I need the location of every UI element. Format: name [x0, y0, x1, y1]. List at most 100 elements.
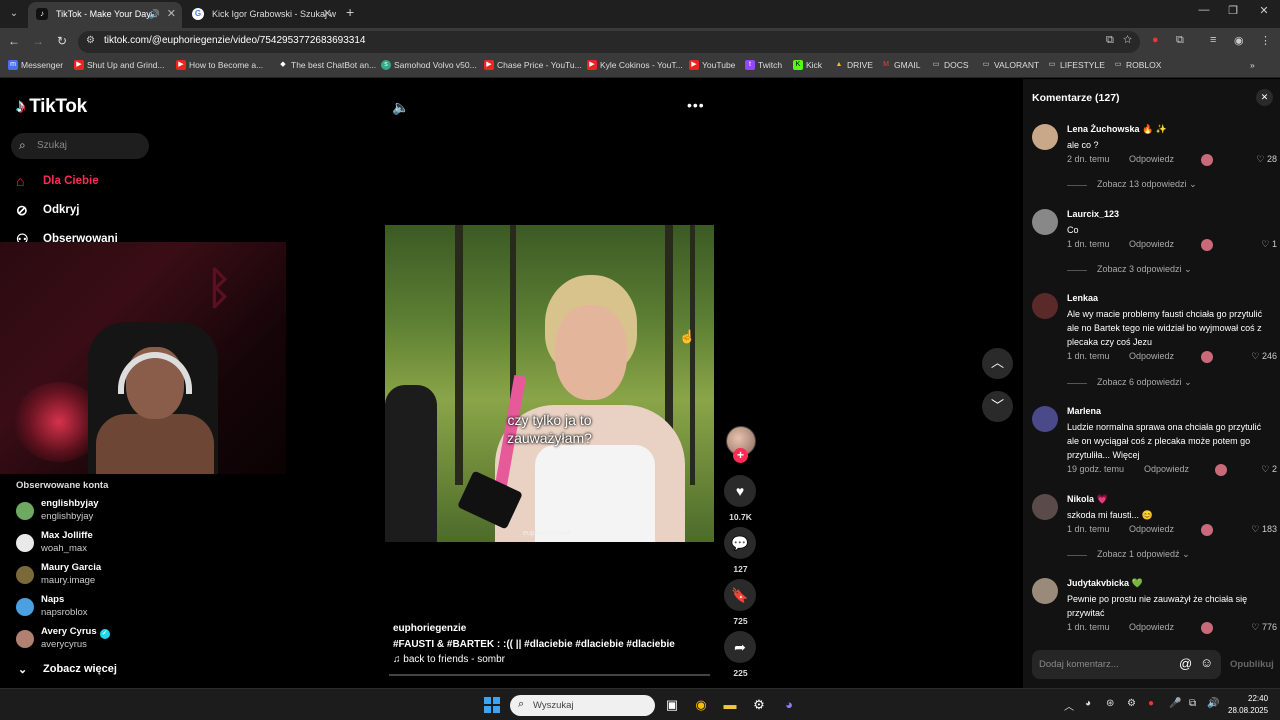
extension-icon[interactable]: ● [1152, 34, 1159, 46]
bookmark-item[interactable]: ▶ YouTube [689, 60, 735, 70]
bookmark-folder[interactable]: ▭ VALORANT [981, 60, 1040, 70]
post-comment-button[interactable]: Opublikuj [1230, 659, 1274, 670]
followed-account[interactable]: Maury Garcia maury.image [16, 562, 276, 590]
file-explorer-icon[interactable]: ▬ [721, 696, 739, 714]
steam-icon[interactable]: ⚙ [750, 696, 768, 714]
bookmark-star-icon[interactable]: ⧉ ☆ [1106, 34, 1132, 47]
window-close-icon[interactable]: ✕ [1254, 4, 1274, 17]
avatar[interactable] [1032, 494, 1058, 520]
video-author[interactable]: euphoriegenzie [393, 623, 466, 634]
nav-for-you[interactable]: ⌂ Dla Ciebie [16, 173, 99, 189]
bookmark-folder[interactable]: ▭ ROBLOX [1113, 60, 1162, 70]
system-clock[interactable]: 22:40 28.08.2025 [1228, 693, 1268, 717]
bookmark-item[interactable]: m Messenger [8, 60, 63, 70]
search-input[interactable]: ⌕ Szukaj [11, 133, 149, 159]
tray-app-icon[interactable]: ⊛ [1106, 698, 1114, 709]
tab-close-icon[interactable]: ✕ [323, 2, 332, 26]
save-button[interactable]: 🔖 725 [724, 579, 757, 626]
nav-explore[interactable]: ⊘ Odkryj [16, 202, 79, 218]
more-bookmarks-icon[interactable]: » [1250, 60, 1255, 70]
bookmark-item[interactable]: s Samohod Volvo v50... [381, 60, 477, 70]
speaker-icon[interactable]: 🔊 [1207, 698, 1219, 709]
mention-icon[interactable]: @ [1179, 656, 1192, 671]
bookmark-item[interactable]: ▶ How to Become a... [176, 60, 263, 70]
previous-video-button[interactable]: ︿ [982, 348, 1013, 379]
bookmark-item[interactable]: ▲ DRIVE [834, 60, 873, 70]
next-video-button[interactable]: ﹀ [982, 391, 1013, 422]
volume-icon[interactable]: 🔈 [392, 99, 409, 116]
reply-button[interactable]: Odpowiedz [1129, 351, 1174, 361]
see-more-button[interactable]: ⌄ Zobacz więcej [18, 663, 117, 676]
like-button[interactable]: ♥ 10.7K [724, 475, 757, 522]
reply-button[interactable]: Odpowiedz [1129, 239, 1174, 249]
avatar[interactable] [1032, 578, 1058, 604]
comment-like-button[interactable]: ♡ 776 [1251, 622, 1277, 633]
new-tab-button[interactable]: + [346, 4, 354, 20]
view-replies-button[interactable]: Zobacz 1 odpowiedź ⌄ [1067, 549, 1190, 560]
video-music[interactable]: ♫ back to friends - sombr [393, 654, 505, 665]
bookmark-item[interactable]: ◆ The best ChatBot an... [278, 60, 376, 70]
comment-like-button[interactable]: ♡ 246 [1251, 351, 1277, 362]
reply-button[interactable]: Odpowiedz [1129, 622, 1174, 632]
avatar[interactable] [1032, 209, 1058, 235]
tab-tiktok[interactable]: ♪ TikTok - Make Your Day 🔊 ✕ [28, 2, 182, 28]
comment-button[interactable]: 💬 127 [724, 527, 757, 574]
back-icon[interactable]: ← [6, 34, 22, 48]
tray-steam-icon[interactable]: ⚙ [1127, 698, 1136, 709]
bookmark-item[interactable]: M GMAIL [881, 60, 920, 70]
view-replies-button[interactable]: Zobacz 13 odpowiedzi ⌄ [1067, 179, 1197, 190]
followed-account[interactable]: Max Jolliffe woah_max [16, 530, 276, 558]
bookmark-item[interactable]: t Twitch [745, 60, 782, 70]
tray-chevron-icon[interactable]: ︿ [1064, 698, 1074, 713]
windows-start-icon[interactable] [484, 697, 500, 713]
chrome-icon[interactable]: ◉ [692, 696, 710, 714]
bookmark-item[interactable]: K Kick [793, 60, 822, 70]
comment-input[interactable]: Dodaj komentarz... @ ☺ [1032, 650, 1221, 679]
reply-button[interactable]: Odpowiedz [1144, 464, 1189, 474]
comment-like-button[interactable]: ♡ 28 [1256, 154, 1277, 165]
followed-account[interactable]: Naps napsroblox [16, 594, 276, 622]
network-icon[interactable]: ⧉ [1189, 698, 1196, 709]
followed-account[interactable]: Avery Cyrus ✓ averycyrus [16, 626, 276, 654]
share-button[interactable]: ➦ 225 [724, 631, 757, 678]
taskbar-search-input[interactable]: ⌕ Wyszukaj [510, 695, 655, 716]
bookmark-item[interactable]: ▶ Shut Up and Grind... [74, 60, 165, 70]
forward-icon[interactable]: → [30, 34, 46, 48]
comment-like-button[interactable]: ♡ 1 [1261, 239, 1277, 250]
extensions-puzzle-icon[interactable]: ⧉ [1176, 34, 1184, 47]
tab-audio-icon[interactable]: 🔊 [149, 2, 160, 26]
reply-button[interactable]: Odpowiedz [1129, 524, 1174, 534]
bookmark-folder[interactable]: ▭ DOCS [931, 60, 969, 70]
tray-app-icon[interactable]: ● [1148, 698, 1154, 709]
follow-plus-icon[interactable]: + [733, 448, 748, 463]
reply-button[interactable]: Odpowiedz [1129, 154, 1174, 164]
bookmark-item[interactable]: ▶ Chase Price - YouTu... [484, 60, 582, 70]
tab-kick[interactable]: G Kick Igor Grabowski - Szukaj w ✕ [184, 2, 338, 28]
bookmark-item[interactable]: ▶ Kyle Cokinos - YouT... [587, 60, 683, 70]
avatar[interactable] [1032, 293, 1058, 319]
tray-discord-icon[interactable]: ◕ [1085, 698, 1091, 709]
emoji-icon[interactable]: ☺ [1200, 655, 1213, 670]
media-control-icon[interactable]: ≡ [1210, 34, 1216, 46]
microphone-icon[interactable]: 🎤 [1169, 698, 1181, 709]
avatar[interactable] [1032, 124, 1058, 150]
view-replies-button[interactable]: Zobacz 3 odpowiedzi ⌄ [1067, 264, 1192, 275]
bookmark-folder[interactable]: ▭ LIFESTYLE [1047, 60, 1105, 70]
site-info-icon[interactable]: ⚙ [86, 35, 95, 46]
tab-close-icon[interactable]: ✕ [167, 2, 176, 26]
comment-like-button[interactable]: ♡ 183 [1251, 524, 1277, 535]
view-replies-button[interactable]: Zobacz 6 odpowiedzi ⌄ [1067, 377, 1192, 388]
close-comments-icon[interactable]: ✕ [1256, 89, 1273, 106]
avatar[interactable] [1032, 406, 1058, 432]
url-input[interactable]: ⚙ tiktok.com/@euphoriegenzie/video/75429… [78, 31, 1140, 53]
tiktok-logo[interactable]: ♪ TikTok [16, 96, 87, 118]
discord-icon[interactable]: ◕ [780, 696, 798, 714]
comment-like-button[interactable]: ♡ 2 [1261, 464, 1277, 475]
followed-account[interactable]: englishbyjay englishbyjay [16, 498, 276, 526]
restore-icon[interactable]: ❐ [1223, 4, 1243, 17]
video-progress-bar[interactable] [389, 674, 710, 676]
tab-search-icon[interactable]: ⌄ [6, 6, 22, 22]
reload-icon[interactable]: ↻ [54, 34, 70, 48]
video-player[interactable]: czy tylko ja to zauważyłam? euphoriegenz… [385, 225, 714, 542]
more-options-icon[interactable]: ••• [687, 97, 705, 113]
